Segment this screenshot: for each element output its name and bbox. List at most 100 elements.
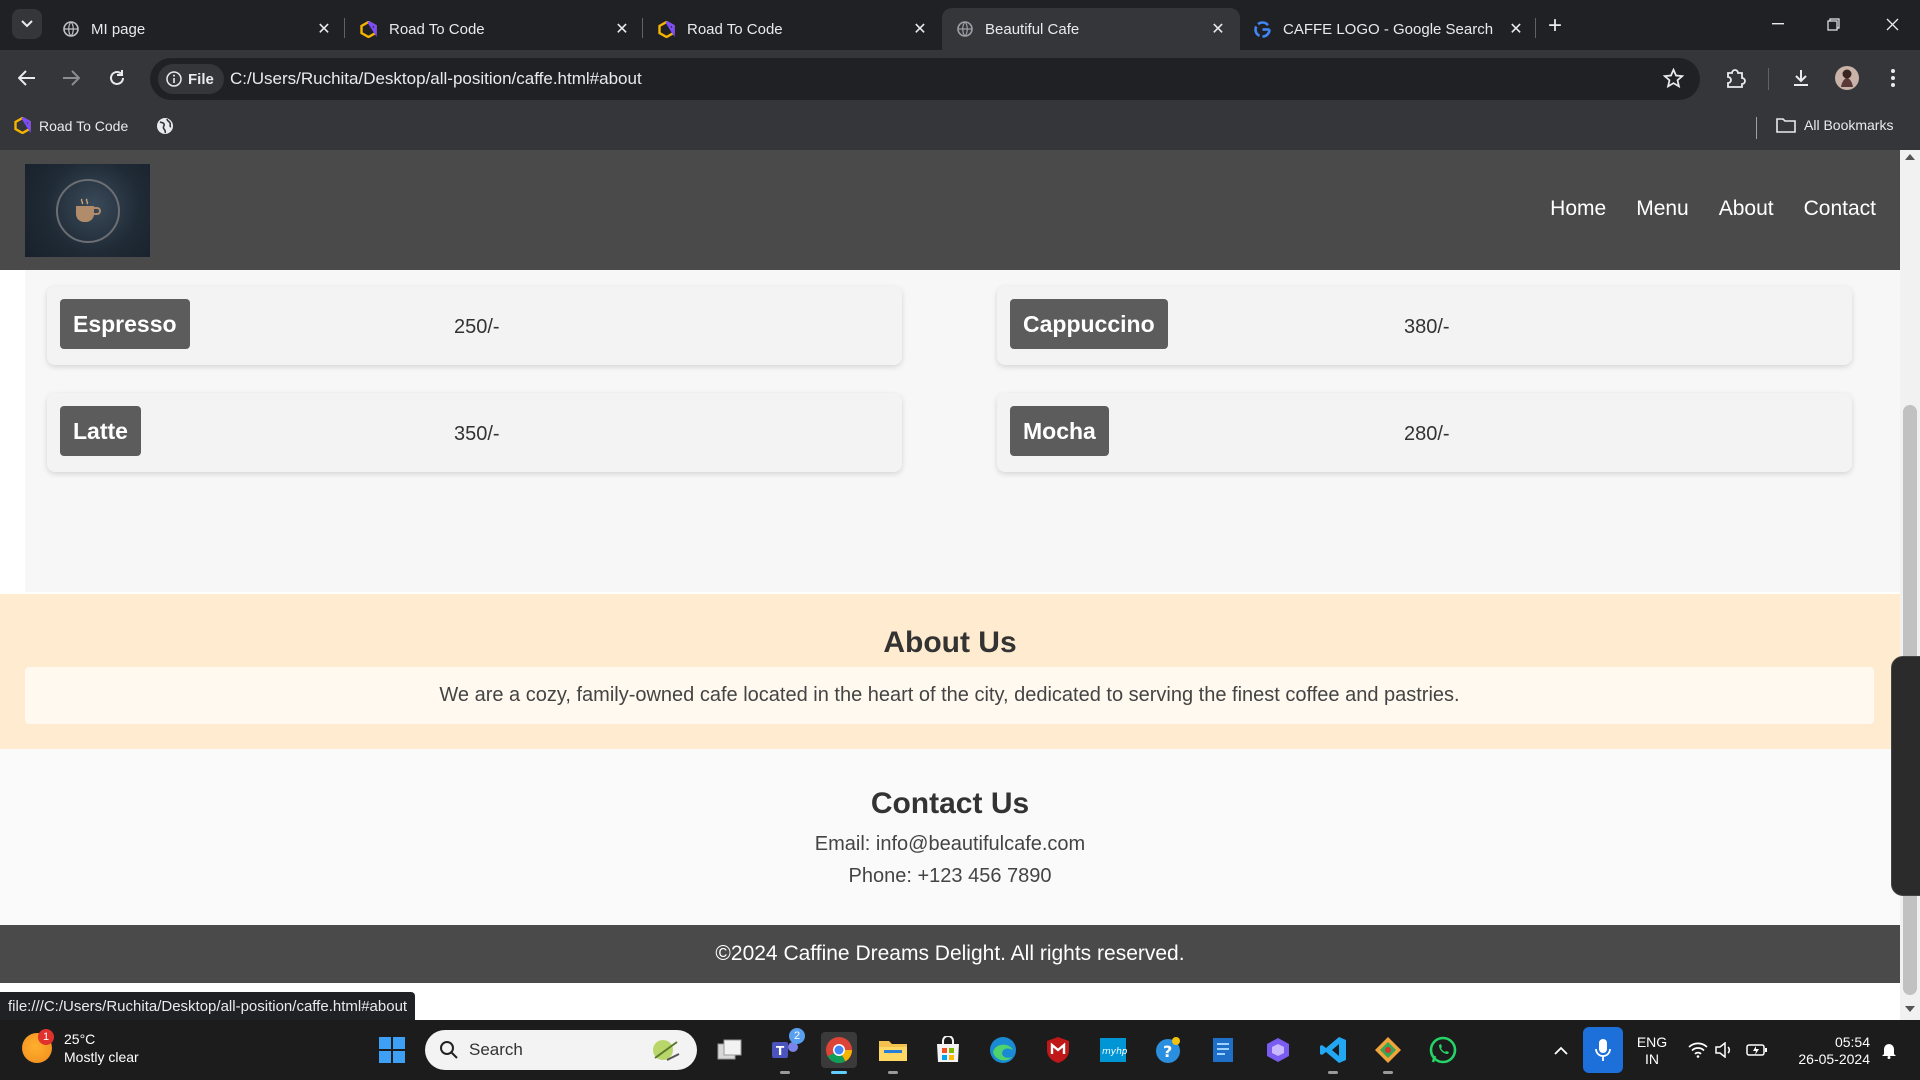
taskbar-copilot[interactable] [1260,1032,1296,1068]
profile-avatar[interactable] [1832,63,1862,93]
nav-contact[interactable]: Contact [1804,197,1876,221]
tab-title: Beautiful Cafe [985,20,1080,38]
menu-item-latte: Latte 350/- [47,393,902,472]
taskbar-myhp[interactable]: myhp [1095,1032,1131,1068]
tab-title: Road To Code [389,20,485,38]
taskbar-whatsapp[interactable] [1425,1032,1461,1068]
active-indicator [831,1071,847,1074]
site-header: Home Menu About Contact [0,150,1900,270]
tab-road-to-code-2[interactable]: Road To Code ✕ [644,8,942,50]
restore-button[interactable] [1813,6,1853,42]
running-indicator [1328,1071,1338,1074]
menu-item-price: 280/- [1404,423,1450,445]
notifications-button[interactable] [1874,1020,1904,1080]
show-hidden-icons-button[interactable] [1546,1020,1576,1080]
menu-item-cappuccino: Cappuccino 380/- [997,286,1852,365]
weather-desc: Mostly clear [64,1049,139,1065]
side-panel-handle[interactable] [1891,656,1920,896]
close-tab-icon[interactable]: ✕ [314,19,334,39]
extensions-button[interactable] [1720,63,1750,93]
voice-access-button[interactable] [1583,1027,1623,1073]
lang-primary: ENG [1636,1034,1668,1050]
minimize-icon [1772,23,1784,25]
scroll-up-arrow-icon[interactable] [1905,154,1915,160]
taskbar-chrome[interactable] [821,1032,857,1074]
bookmark-label: Road To Code [39,117,129,134]
menu-item-name: Mocha [1010,406,1109,456]
globe-icon [156,117,174,135]
wifi-status[interactable] [1683,1020,1713,1080]
footer-text: ©2024 Caffine Dreams Delight. All rights… [715,942,1185,965]
tab-search-button[interactable] [12,9,42,39]
whatsapp-icon [1429,1036,1457,1064]
taskbar-file-explorer[interactable] [875,1032,911,1074]
myhp-icon: myhp [1100,1038,1127,1062]
vscode-icon [1320,1037,1346,1063]
tab-title: CAFFE LOGO - Google Search [1283,20,1494,38]
tab-mi-page[interactable]: MI page ✕ [48,8,346,50]
tab-caffe-logo-search[interactable]: CAFFE LOGO - Google Search ✕ [1240,8,1538,50]
minimize-button[interactable] [1758,6,1798,42]
close-tab-icon[interactable]: ✕ [910,19,930,39]
battery-status[interactable] [1744,1020,1770,1080]
nav-home[interactable]: Home [1550,197,1606,221]
taskbar-store[interactable] [930,1032,966,1068]
bookmark-globe[interactable] [156,117,182,135]
browser-menu-button[interactable] [1878,63,1908,93]
taskbar-mcafee[interactable] [1040,1032,1076,1068]
cafe-logo[interactable] [25,164,150,257]
taskbar-get-help[interactable]: ? [1150,1032,1186,1068]
forward-button[interactable] [56,63,86,93]
weather-badge: 1 [38,1029,54,1045]
toolbar-separator [1768,68,1769,90]
edge-icon [990,1037,1016,1063]
reload-button[interactable] [102,63,132,93]
tab-road-to-code-1[interactable]: Road To Code ✕ [346,8,644,50]
input-language[interactable]: ENG IN [1634,1034,1670,1068]
copilot-icon [1267,1038,1289,1062]
nav-about[interactable]: About [1719,197,1774,221]
url-text[interactable]: C:/Users/Ruchita/Desktop/all-position/ca… [230,69,642,89]
all-bookmarks-button[interactable]: All Bookmarks [1776,117,1893,133]
weather-widget[interactable]: 1 25°C Mostly clear [22,1029,139,1066]
taskbar-search[interactable]: Search [425,1030,697,1070]
bookmark-star-button[interactable] [1662,67,1685,94]
menu-item-espresso: Espresso 250/- [47,286,902,365]
system-clock[interactable]: 05:54 26-05-2024 [1784,1034,1870,1068]
tab-beautiful-cafe[interactable]: Beautiful Cafe ✕ [942,8,1240,50]
start-button[interactable] [374,1032,410,1068]
close-window-button[interactable] [1872,6,1912,42]
address-bar[interactable]: File C:/Users/Ruchita/Desktop/all-positi… [150,58,1700,100]
new-tab-button[interactable]: + [1540,12,1570,40]
taskbar-teams[interactable]: T 2 [767,1028,805,1074]
close-tab-icon[interactable]: ✕ [612,19,632,39]
close-tab-icon[interactable]: ✕ [1506,19,1526,39]
tab-title: MI page [91,20,146,38]
weather-sun-icon: 1 [22,1029,54,1063]
help-icon: ? [1156,1037,1180,1063]
wifi-icon [1688,1042,1708,1058]
menu-item-name: Latte [60,406,141,456]
nav-menu[interactable]: Menu [1636,197,1689,221]
downloads-button[interactable] [1786,63,1816,93]
volume-status[interactable] [1711,1020,1737,1080]
task-view-button[interactable] [712,1032,748,1068]
site-info-chip[interactable]: File [158,64,224,94]
back-button[interactable] [12,63,42,93]
about-section: About Us We are a cozy, family-owned caf… [0,594,1900,749]
taskbar-edge[interactable] [985,1032,1021,1068]
store-icon [937,1036,959,1062]
windows-logo-icon [379,1037,405,1063]
taskbar-app-blue[interactable] [1205,1032,1241,1068]
taskbar-git-app[interactable] [1370,1032,1406,1074]
taskbar-vscode[interactable] [1315,1032,1351,1074]
bookmark-road-to-code[interactable]: Road To Code [14,117,128,134]
close-tab-icon[interactable]: ✕ [1208,19,1228,39]
globe-icon [956,21,973,38]
menu-section: Espresso 250/- Cappuccino 380/- Latte 35… [0,270,1900,592]
page-viewport: Home Menu About Contact Espresso 250/- C… [0,150,1900,1020]
svg-text:myhp: myhp [1102,1047,1127,1057]
about-text: We are a cozy, family-owned cafe located… [439,684,1460,706]
search-icon [439,1040,459,1060]
scroll-down-arrow-icon[interactable] [1905,1006,1915,1012]
